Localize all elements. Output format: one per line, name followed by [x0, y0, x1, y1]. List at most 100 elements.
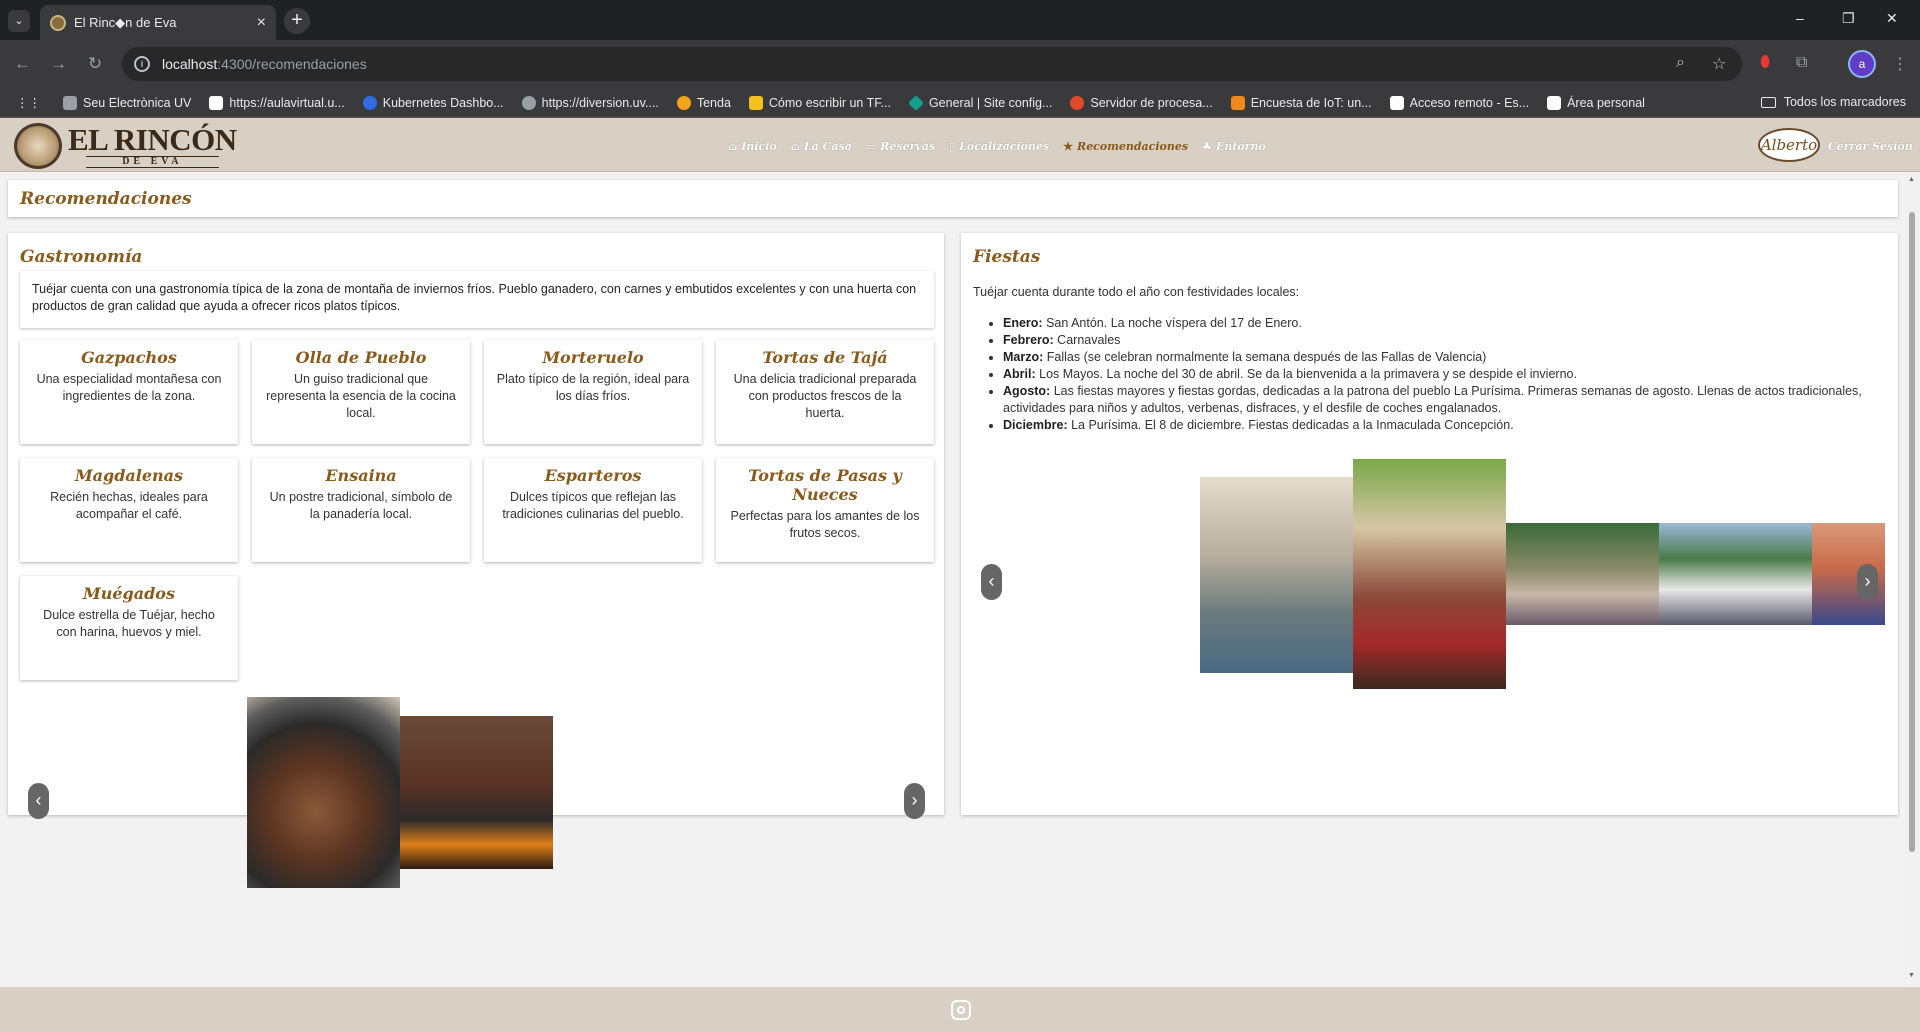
bookmark-item[interactable]: Acceso remoto - Es... [1389, 95, 1529, 110]
bookmark-item[interactable]: https://diversion.uv.... [521, 95, 659, 110]
fiestas-intro: Tuéjar cuenta durante todo el año con fe… [973, 285, 1300, 299]
dish-name: Magdalenas [74, 466, 184, 485]
all-bookmarks-button[interactable]: Todos los marcadores [1760, 95, 1906, 109]
url-host: localhost [162, 56, 218, 72]
bookmark-item[interactable]: Seu Electrònica UV [63, 95, 191, 110]
main-nav: ⌂ Inicio ⌂ La Casa ▭ Reservas ▯ Localizacion… [728, 140, 1280, 153]
fiestas-panel: Fiestas Tuéjar cuenta durante todo el añ… [961, 233, 1898, 815]
extension-icon[interactable]: ⬮ [1760, 54, 1770, 72]
site-logo[interactable]: EL RINCÓN DE EVA [14, 123, 237, 169]
nav-item-reservas[interactable]: ▭ Reservas [866, 140, 935, 153]
bookmark-item[interactable]: Tenda [676, 95, 731, 110]
nav-item-localizaciones[interactable]: ▯ Localizaciones [949, 140, 1049, 153]
fiestas-heading: Fiestas [973, 247, 1041, 267]
extensions-puzzle-icon[interactable]: ⧉ [1796, 54, 1807, 72]
site-info-icon[interactable]: i [134, 56, 150, 72]
tab-search-button[interactable]: ⌄ [8, 10, 30, 32]
page-title-card: Recomendaciones [8, 180, 1898, 217]
instagram-icon[interactable] [951, 1000, 971, 1020]
main-content: Recomendaciones Gastronomía Tuéjar cuent… [0, 172, 1904, 987]
bookmark-favicon-icon [209, 95, 224, 110]
house-icon: ⌂ [790, 140, 800, 153]
bookmark-item[interactable]: Servidor de procesa... [1070, 95, 1213, 110]
dish-card: Muégados Dulce estrella de Tuéjar, hecho … [20, 576, 238, 680]
dish-name: Ensaina [325, 466, 397, 485]
carousel-next-button[interactable]: › [1857, 564, 1878, 600]
profile-avatar[interactable]: a [1848, 50, 1876, 78]
tab-title: El Rinc◆n de Eva [74, 14, 177, 30]
page-title: Recomendaciones [20, 189, 192, 209]
close-window-icon[interactable]: ✕ [1886, 10, 1898, 27]
page-scrollbar[interactable]: ▲ ▼ [1904, 172, 1920, 987]
fiesta-photo [1353, 459, 1506, 689]
site-header: EL RINCÓN DE EVA ⌂ Inicio ⌂ La Casa ▭ Reser… [0, 118, 1920, 172]
restore-icon[interactable]: ❐ [1842, 10, 1855, 27]
toolbar: ← → ↻ i localhost:4300/recomendaciones ⌕… [0, 40, 1920, 88]
bookmark-item[interactable]: https://aulavirtual.u... [209, 95, 345, 110]
gastronomia-heading: Gastronomía [20, 247, 143, 267]
address-bar[interactable]: i localhost:4300/recomendaciones ⌕ ☆ [122, 47, 1742, 81]
bookmark-favicon-icon [908, 94, 924, 111]
nav-item-la-casa[interactable]: ⌂ La Casa [791, 140, 852, 153]
logout-link[interactable]: Cerrar Sesión [1828, 140, 1913, 153]
bookmark-item[interactable]: Cómo escribir un TF... [748, 95, 891, 110]
bookmark-favicon-icon [676, 95, 691, 110]
dish-card: Olla de Pueblo Un guiso tradicional que r… [252, 340, 470, 444]
list-item: Diciembre: La Purísima. El 8 de diciembr… [1003, 417, 1883, 434]
bookmark-item[interactable]: Área personal [1547, 95, 1645, 110]
bookmarks-bar: ⋮⋮ Seu Electrònica UV https://aulavirtua… [0, 88, 1920, 118]
carousel-prev-button[interactable]: ‹ [981, 564, 1002, 600]
scrollbar-thumb[interactable] [1909, 212, 1915, 852]
list-item: Febrero: Carnavales [1003, 332, 1883, 349]
home-icon: ⌂ [728, 140, 738, 153]
bookmark-favicon-icon [1389, 95, 1404, 110]
reload-icon[interactable]: ↻ [88, 54, 102, 74]
carousel-next-button[interactable]: › [904, 783, 925, 819]
back-icon[interactable]: ← [14, 54, 31, 74]
list-item: Abril: Los Mayos. La noche del 30 de abr… [1003, 366, 1883, 383]
new-tab-button[interactable]: + [284, 8, 310, 34]
dish-description: Un postre tradicional, símbolo de la pan… [269, 490, 453, 521]
gastronomia-panel: Gastronomía Tuéjar cuenta con una gastro… [8, 233, 944, 888]
browser-tab[interactable]: El Rinc◆n de Eva × [40, 5, 276, 40]
map-pin-icon: ▯ [949, 140, 956, 153]
bookmark-item[interactable]: General | Site config... [908, 94, 1052, 111]
globe-icon [521, 95, 536, 110]
site-favicon-icon [50, 14, 66, 31]
dish-name: Tortas de Pasas y Nueces [748, 466, 902, 504]
dish-card: Morteruelo Plato típico de la región, ide… [484, 340, 702, 444]
close-tab-icon[interactable]: × [257, 14, 266, 32]
dish-card: Tortas de Tajá Una delicia tradicional pr… [716, 340, 934, 444]
fiesta-photo [1659, 523, 1812, 625]
nav-item-entorno[interactable]: ♣ Entorno [1202, 140, 1266, 153]
minimize-icon[interactable]: – [1796, 10, 1804, 26]
nav-item-recomendaciones[interactable]: ★ Recomendaciones [1063, 140, 1188, 153]
bookmark-favicon-icon [1547, 95, 1562, 110]
bookmark-item[interactable]: Kubernetes Dashbo... [362, 95, 504, 110]
site-footer [0, 987, 1920, 1032]
dish-description: Una delicia tradicional preparada con pr… [733, 372, 917, 420]
forward-icon[interactable]: → [50, 54, 67, 74]
user-name-badge[interactable]: Alberto [1758, 128, 1820, 162]
dish-card: Gazpachos Una especialidad montañesa con … [20, 340, 238, 444]
bookmark-favicon-icon [63, 95, 77, 110]
zoom-icon[interactable]: ⌕ [1676, 54, 1685, 72]
fiestas-carousel [973, 459, 1885, 699]
browser-tab-strip: ⌄ El Rinc◆n de Eva × + – ❐ ✕ [0, 0, 1920, 40]
bookmark-favicon-icon [1230, 95, 1245, 110]
logo-title: EL RINCÓN [68, 122, 237, 157]
apps-grid-icon[interactable]: ⋮⋮ [16, 95, 41, 110]
bookmark-star-icon[interactable]: ☆ [1712, 54, 1726, 74]
food-photo [400, 716, 553, 869]
scroll-down-icon[interactable]: ▼ [1908, 972, 1915, 979]
folder-icon [1760, 96, 1776, 108]
dish-description: Una especialidad montañesa con ingredien… [36, 372, 222, 403]
list-item: Enero: San Antón. La noche víspera del 1… [1003, 315, 1883, 332]
nav-item-inicio[interactable]: ⌂ Inicio [728, 140, 777, 153]
gastronomia-carousel [20, 697, 934, 897]
bookmark-item[interactable]: Encuesta de IoT: un... [1230, 95, 1372, 110]
scroll-up-icon[interactable]: ▲ [1908, 176, 1915, 183]
menu-kebab-icon[interactable]: ⋮ [1892, 54, 1908, 74]
carousel-prev-button[interactable]: ‹ [28, 783, 49, 819]
dish-name: Gazpachos [81, 348, 177, 367]
